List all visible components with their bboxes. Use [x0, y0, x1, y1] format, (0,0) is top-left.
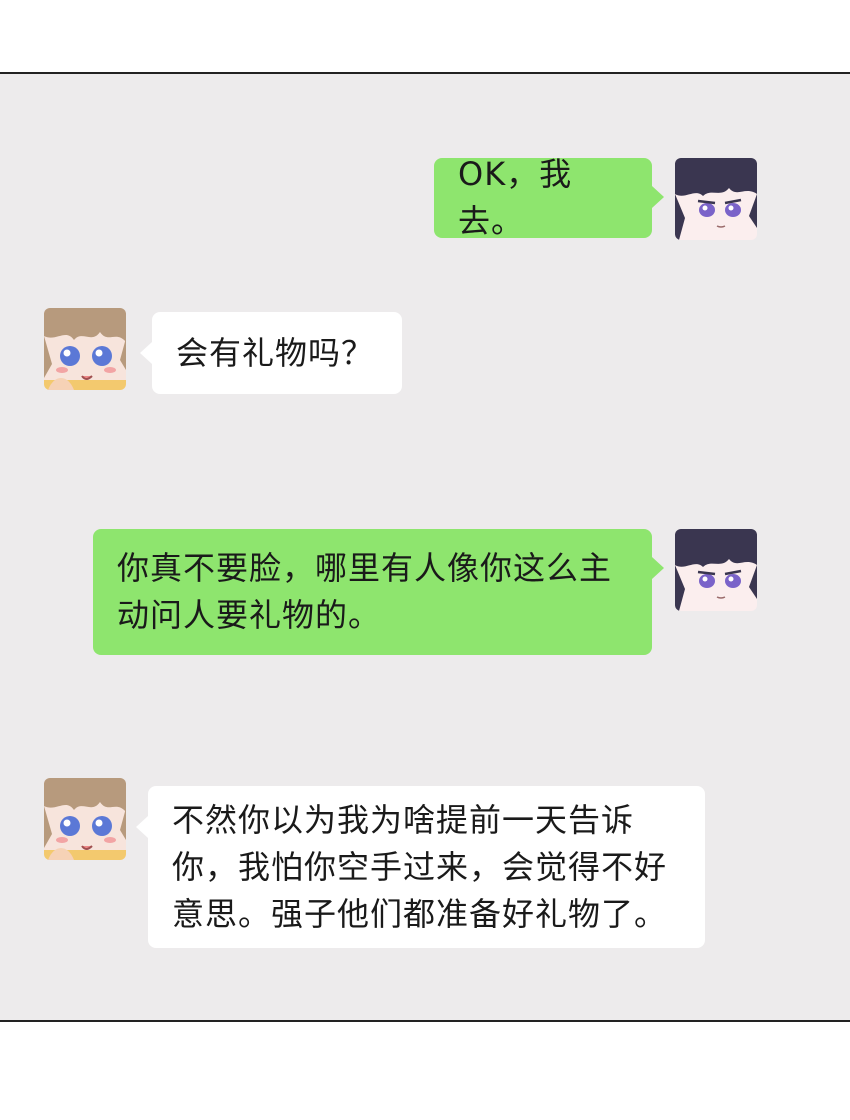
message-text: 会有礼物吗？ — [176, 333, 375, 372]
chat-panel: OK，我去。 会有礼物吗？ 你真不要脸，哪里有人像你这么主 动问人要礼物的。 不… — [0, 72, 850, 1022]
message-bubble-outgoing: OK，我去。 — [434, 155, 664, 240]
light-haired-boy-avatar[interactable] — [44, 308, 126, 390]
message-text: 不然你以为我为啥提前一天告诉 你，我怕你空手过来，会觉得不好 意思。强子他们都准… — [172, 800, 668, 933]
message-text: OK，我去。 — [458, 155, 573, 240]
dark-haired-boy-avatar[interactable] — [675, 158, 757, 240]
message-bubble-outgoing: 你真不要脸，哪里有人像你这么主 动问人要礼物的。 — [93, 529, 664, 655]
message-bubble-incoming: 会有礼物吗？ — [140, 312, 402, 394]
light-haired-boy-avatar[interactable] — [44, 778, 126, 860]
message-text: 你真不要脸，哪里有人像你这么主 动问人要礼物的。 — [117, 549, 613, 634]
message-bubble-incoming: 不然你以为我为啥提前一天告诉 你，我怕你空手过来，会觉得不好 意思。强子他们都准… — [136, 786, 705, 948]
dark-haired-boy-avatar[interactable] — [675, 529, 757, 611]
